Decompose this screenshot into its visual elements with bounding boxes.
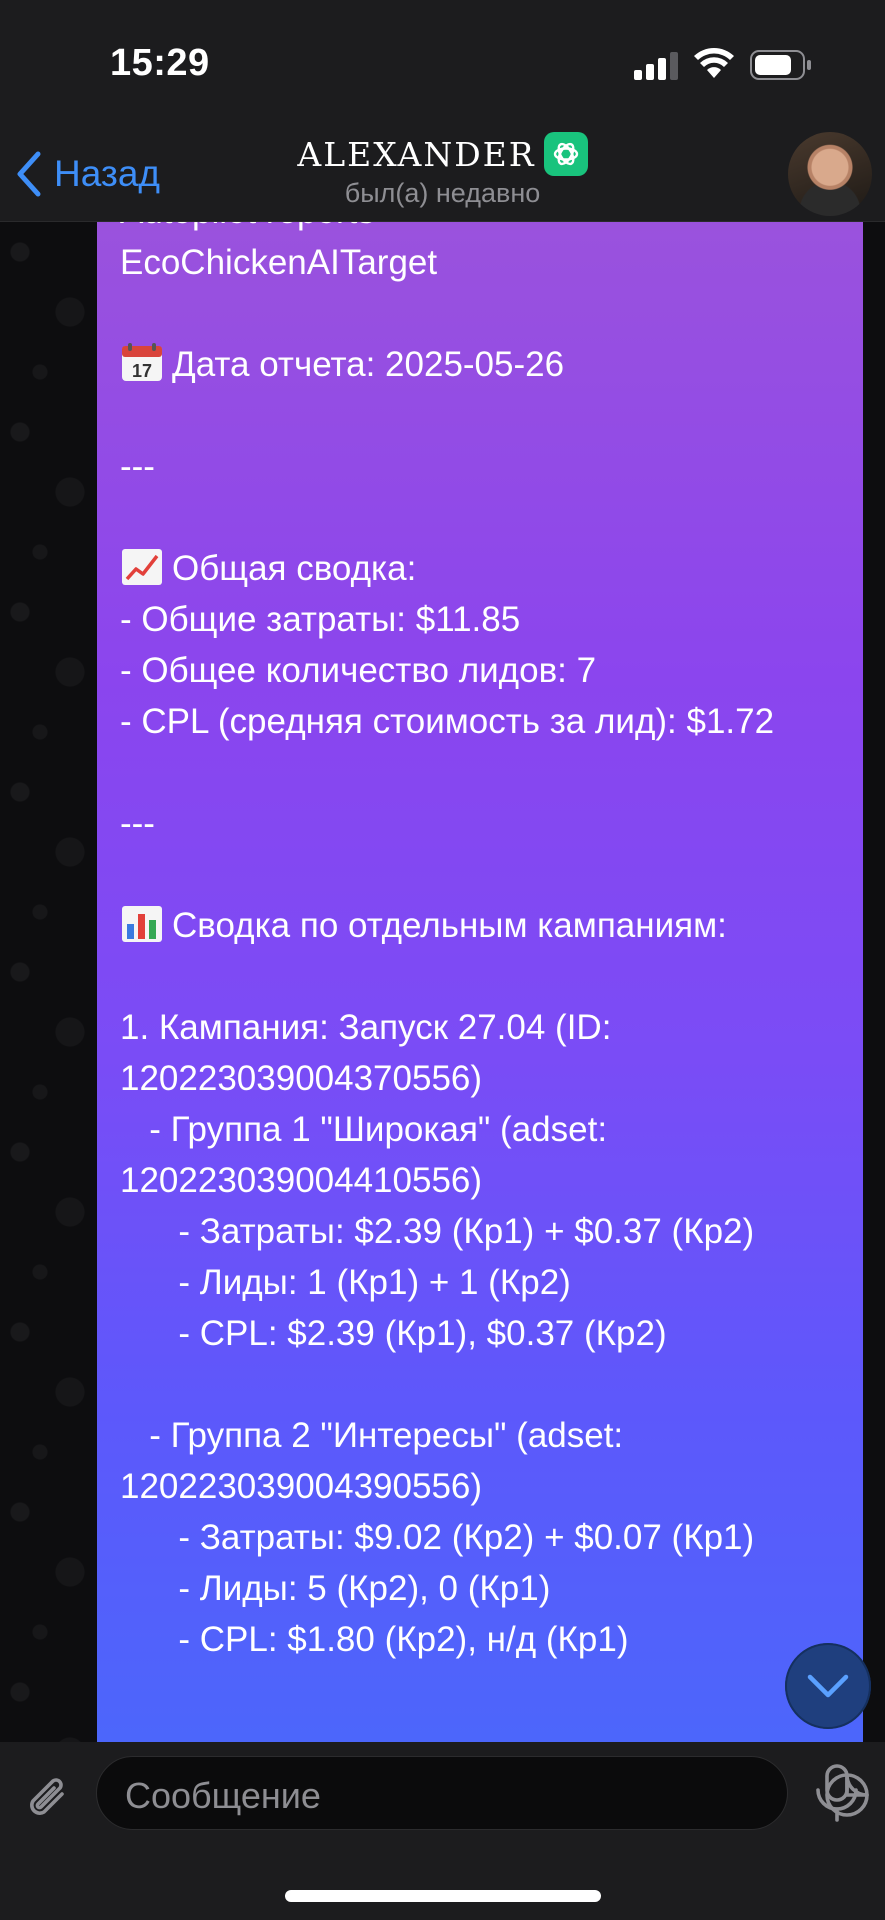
message-line-text: - CPL: $1.80 (Кр2), н/д (Кр1) (120, 1620, 629, 1659)
message-line: Общая сводка: (120, 543, 851, 594)
message-line: - Общее количество лидов: 7 (120, 645, 851, 696)
message-line (120, 1359, 851, 1410)
message-line (120, 747, 851, 798)
chevron-down-icon (807, 1674, 849, 1698)
message-line: --- (120, 441, 851, 492)
calendar-icon: 17 (120, 343, 164, 383)
composer-bar: Сообщение (0, 1742, 885, 1920)
message-line: - Лиды: 5 (Кр2), 0 (Кр1) (120, 1563, 851, 1614)
message-line-text: - CPL (средняя стоимость за лид): $1.72 (120, 702, 775, 741)
message-line-text: 120223039004410556) (120, 1161, 483, 1200)
message-line: 120223039004390556) (120, 1461, 851, 1512)
message-line (120, 492, 851, 543)
message-line: - CPL: $2.39 (Кр1), $0.37 (Кр2) (120, 1308, 851, 1359)
openai-logo-icon (543, 132, 588, 176)
message-line: - CPL (средняя стоимость за лид): $1.72 (120, 696, 851, 747)
message-line (120, 288, 851, 339)
signal-icon (634, 52, 678, 80)
bar-chart-icon (120, 904, 164, 944)
message-line: - Общие затраты: $11.85 (120, 594, 851, 645)
wifi-icon (694, 48, 734, 78)
message-line-text: - Затраты: $9.02 (Кр2) + $0.07 (Кр1) (120, 1518, 755, 1557)
message-line: - Лиды: 1 (Кр1) + 1 (Кр2) (120, 1257, 851, 1308)
message-line-text: - Группа 1 "Широкая" (adset: (120, 1110, 608, 1149)
message-text: Autopilot reports EcoChickenAITarget 17 Дат… (120, 222, 851, 1665)
message-line: - Затраты: $9.02 (Кр2) + $0.07 (Кр1) (120, 1512, 851, 1563)
message-line-text: - Общие затраты: $11.85 (120, 600, 521, 639)
message-line-text: - Группа 2 "Интересы" (adset: (120, 1416, 624, 1455)
message-line-text: --- (120, 447, 155, 486)
message-line: 17 Дата отчета: 2025-05-26 (120, 339, 851, 390)
chart-increasing-icon (120, 547, 164, 587)
message-line-text: Общая сводка: (172, 549, 417, 588)
message-line (120, 390, 851, 441)
message-line: - Группа 1 "Широкая" (adset: (120, 1104, 851, 1155)
message-line-text: Autopilot reports (120, 222, 375, 231)
message-line-text: EcoChickenAITarget (120, 243, 438, 282)
message-line-text: - CPL: $2.39 (Кр1), $0.37 (Кр2) (120, 1314, 667, 1353)
message-line: --- (120, 798, 851, 849)
message-line-text: --- (120, 804, 155, 843)
avatar[interactable] (788, 132, 872, 216)
message-line-text: - Общее количество лидов: 7 (120, 651, 597, 690)
status-bar: 15:29 (0, 0, 885, 126)
last-seen-status: был(а) недавно (344, 178, 541, 208)
message-line: - Затраты: $2.39 (Кр1) + $0.37 (Кр2) (120, 1206, 851, 1257)
message-line-text: - Лиды: 5 (Кр2), 0 (Кр1) (120, 1569, 551, 1608)
message-line-text: 1. Кампания: Запуск 27.04 (ID: (120, 1008, 612, 1047)
message-bubble[interactable]: Autopilot reports EcoChickenAITarget 17 Дат… (97, 222, 863, 1742)
message-line-text: 120223039004390556) (120, 1467, 483, 1506)
chat-title: ALEXANDER (297, 132, 588, 176)
message-line (120, 951, 851, 1002)
message-line: EcoChickenAITarget (120, 237, 851, 288)
chat-info[interactable]: ALEXANDER был(а) недавно (0, 132, 885, 209)
microphone-icon[interactable] (812, 1764, 862, 1824)
scroll-to-bottom-button[interactable] (785, 1643, 871, 1729)
svg-text:17: 17 (132, 361, 152, 381)
status-time: 15:29 (110, 42, 210, 84)
message-line-text: Дата отчета: 2025-05-26 (172, 345, 565, 384)
message-line-text: 120223039004370556) (120, 1059, 483, 1098)
message-line: Autopilot reports (120, 222, 851, 237)
message-line (120, 849, 851, 900)
message-line: 1. Кампания: Запуск 27.04 (ID: (120, 1002, 851, 1053)
message-line-text: - Затраты: $2.39 (Кр1) + $0.37 (Кр2) (120, 1212, 755, 1251)
chat-header: Назад ALEXANDER был(а) недавно (0, 126, 885, 222)
chat-title-text: ALEXANDER (297, 134, 536, 174)
home-indicator (285, 1890, 601, 1902)
message-line: - CPL: $1.80 (Кр2), н/д (Кр1) (120, 1614, 851, 1665)
message-line-text: - Лиды: 1 (Кр1) + 1 (Кр2) (120, 1263, 571, 1302)
message-line-text: Сводка по отдельным кампаниям: (172, 906, 727, 945)
paperclip-icon[interactable] (24, 1772, 74, 1828)
message-line: - Группа 2 "Интересы" (adset: (120, 1410, 851, 1461)
message-line: 120223039004410556) (120, 1155, 851, 1206)
message-line: Сводка по отдельным кампаниям: (120, 900, 851, 951)
message-input[interactable]: Сообщение (96, 1756, 869, 1830)
battery-icon (750, 50, 811, 80)
message-line: 120223039004370556) (120, 1053, 851, 1104)
message-input-placeholder: Сообщение (125, 1775, 321, 1816)
